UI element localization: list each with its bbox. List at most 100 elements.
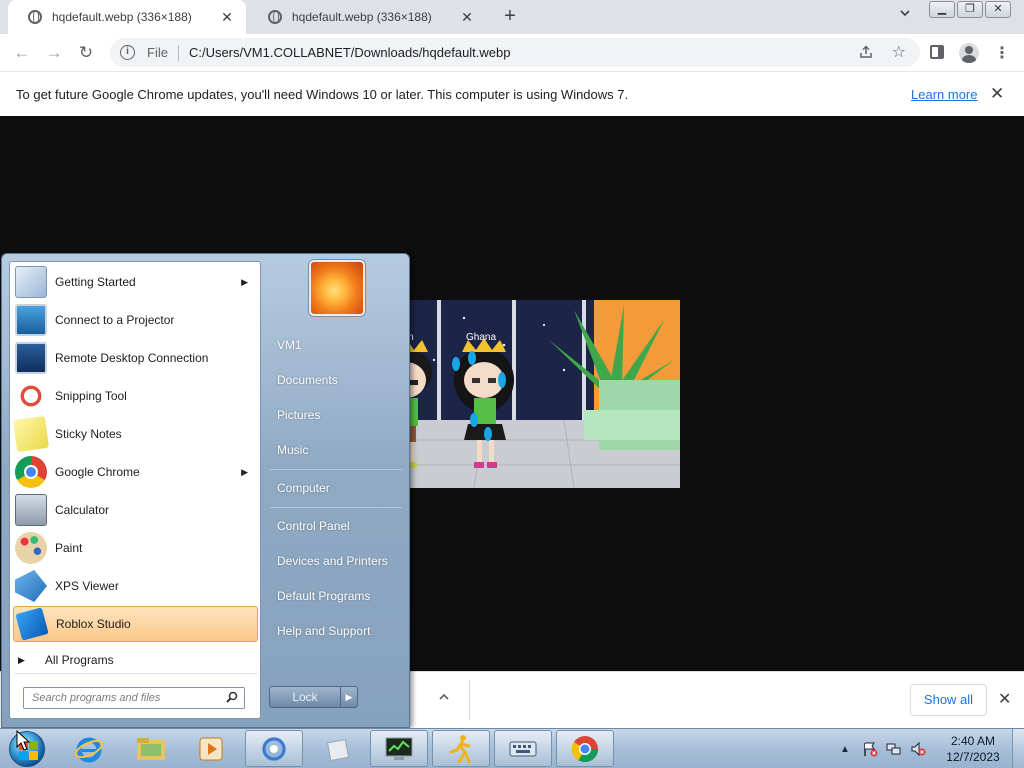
program-sticky-notes[interactable]: Sticky Notes — [12, 415, 258, 453]
taskbar-google-chrome[interactable] — [556, 730, 614, 767]
image-label-ghana: Ghana — [466, 332, 496, 343]
tab-inactive[interactable]: hqdefault.webp (336×188) ✕ — [248, 0, 486, 34]
address-separator — [177, 44, 179, 61]
clock-time: 2:40 AM — [950, 734, 996, 748]
start-item-music[interactable]: Music — [277, 443, 308, 457]
folder-icon — [137, 737, 165, 760]
program-calculator[interactable]: Calculator — [13, 492, 258, 528]
tray-expand-icon[interactable]: ▲ — [840, 744, 850, 755]
chrome-icon — [571, 735, 599, 762]
back-arrow-icon[interactable]: ← — [11, 42, 33, 64]
programs-separator — [14, 673, 258, 674]
close-window-button[interactable]: ✕ — [985, 1, 1011, 18]
start-item-default-programs[interactable]: Default Programs — [277, 589, 370, 603]
program-roblox-studio[interactable]: Roblox Studio — [13, 606, 258, 642]
submenu-arrow-icon: ▶ — [241, 466, 248, 477]
start-menu: Getting Started ▶ Connect to a Projector… — [1, 253, 410, 728]
browser-toolbar: ← → ↻ i File C:/Users/VM1.COLLABNET/Down… — [0, 34, 1024, 71]
taskbar-runner-app[interactable] — [432, 730, 490, 767]
right-pane-separator — [270, 469, 402, 470]
address-url[interactable]: C:/Users/VM1.COLLABNET/Downloads/hqdefau… — [189, 45, 511, 60]
forward-arrow-icon[interactable]: → — [43, 42, 65, 64]
taskbar-onscreen-keyboard[interactable] — [494, 730, 552, 767]
start-item-devices-printers[interactable]: Devices and Printers — [277, 554, 388, 568]
shutdown-options-arrow-icon[interactable]: ▶ — [340, 686, 358, 708]
show-desktop-button[interactable] — [1012, 729, 1024, 768]
start-item-documents[interactable]: Documents — [277, 373, 338, 387]
tab-close-icon[interactable]: ✕ — [218, 9, 236, 26]
tab-strip: hqdefault.webp (336×188) ✕ hqdefault.web… — [0, 0, 1024, 34]
system-tray: ▲ — [840, 729, 934, 768]
minimize-button[interactable]: ▁ — [929, 1, 955, 18]
shelf-divider — [469, 680, 470, 720]
volume-muted-icon[interactable] — [910, 741, 926, 757]
network-icon[interactable] — [886, 741, 902, 757]
program-paint[interactable]: Paint — [13, 530, 258, 566]
taskbar-internet-explorer[interactable] — [60, 730, 118, 767]
start-item-control-panel[interactable]: Control Panel — [277, 519, 350, 533]
calculator-icon — [15, 494, 47, 526]
monitor-chart-icon — [385, 737, 413, 760]
infobar-message: To get future Google Chrome updates, you… — [16, 87, 629, 102]
tab-search-chevron-icon[interactable] — [895, 7, 915, 27]
program-connect-to-projector[interactable]: Connect to a Projector — [13, 302, 258, 338]
infobar-close-icon[interactable]: ✕ — [990, 84, 1004, 104]
address-bar[interactable]: i File C:/Users/VM1.COLLABNET/Downloads/… — [110, 38, 920, 67]
taskbar-clock[interactable]: 2:40 AM 12/7/2023 — [940, 733, 1006, 765]
learn-more-link[interactable]: Learn more — [911, 87, 977, 102]
scheme-label: File — [147, 45, 168, 60]
start-item-pictures[interactable]: Pictures — [277, 408, 320, 422]
roblox-studio-icon — [15, 607, 49, 641]
program-getting-started[interactable]: Getting Started ▶ — [13, 264, 258, 300]
start-item-user[interactable]: VM1 — [277, 338, 302, 352]
all-programs-button[interactable]: ▶ All Programs — [18, 653, 114, 667]
start-search-input[interactable]: Search programs and files — [23, 687, 245, 709]
taskbar-generic-app[interactable] — [308, 730, 366, 767]
program-xps-viewer[interactable]: XPS Viewer — [13, 568, 258, 604]
start-item-help-support[interactable]: Help and Support — [277, 624, 370, 638]
user-picture-flower[interactable] — [309, 260, 365, 316]
keyboard-icon — [509, 741, 537, 756]
program-remote-desktop[interactable]: Remote Desktop Connection — [13, 340, 258, 376]
triangle-right-icon: ▶ — [18, 654, 25, 665]
more-menu-icon[interactable]: ⋮ — [992, 43, 1012, 63]
remote-desktop-icon — [15, 342, 47, 374]
lock-button[interactable]: Lock — [269, 686, 341, 708]
taskbar-chrome-window[interactable] — [245, 730, 303, 767]
show-all-button[interactable]: Show all — [910, 684, 987, 716]
chrome-icon — [262, 736, 286, 761]
action-center-flag-icon[interactable] — [862, 741, 878, 757]
taskbar-file-explorer[interactable] — [122, 730, 180, 767]
scissors-icon — [15, 380, 47, 412]
side-panel-icon[interactable] — [927, 43, 947, 63]
search-icon[interactable] — [226, 691, 238, 703]
tab-close-icon[interactable]: ✕ — [458, 9, 476, 26]
share-icon[interactable] — [858, 44, 874, 63]
chrome-icon — [15, 456, 47, 488]
taskbar-resource-monitor[interactable] — [370, 730, 428, 767]
program-snipping-tool[interactable]: Snipping Tool — [13, 378, 258, 414]
start-menu-programs-pane: Getting Started ▶ Connect to a Projector… — [9, 261, 261, 719]
tab-title: hqdefault.webp (336×188) — [52, 10, 192, 24]
chevron-up-icon[interactable] — [438, 690, 450, 706]
program-google-chrome[interactable]: Google Chrome ▶ — [13, 454, 258, 490]
paint-palette-icon — [15, 532, 47, 564]
new-tab-button[interactable]: + — [498, 5, 522, 29]
reload-icon[interactable]: ↻ — [75, 42, 97, 64]
restore-button[interactable]: ❐ — [957, 1, 983, 18]
media-player-icon — [199, 737, 223, 760]
clock-date: 12/7/2023 — [946, 750, 1000, 764]
window-controls: ▁ ❐ ✕ — [927, 1, 1011, 19]
bookmark-star-icon[interactable]: ☆ — [892, 42, 906, 62]
mouse-cursor-icon — [16, 730, 30, 751]
start-item-computer[interactable]: Computer — [277, 481, 330, 495]
blank-app-icon — [326, 738, 350, 761]
globe-icon — [268, 10, 282, 24]
running-man-icon — [449, 734, 471, 763]
taskbar-media-player[interactable] — [182, 730, 240, 767]
shelf-close-icon[interactable]: ✕ — [998, 689, 1011, 709]
tab-active[interactable]: hqdefault.webp (336×188) ✕ — [8, 0, 246, 34]
submenu-arrow-icon: ▶ — [241, 276, 248, 287]
profile-icon[interactable] — [959, 43, 979, 63]
info-icon[interactable]: i — [120, 45, 135, 60]
